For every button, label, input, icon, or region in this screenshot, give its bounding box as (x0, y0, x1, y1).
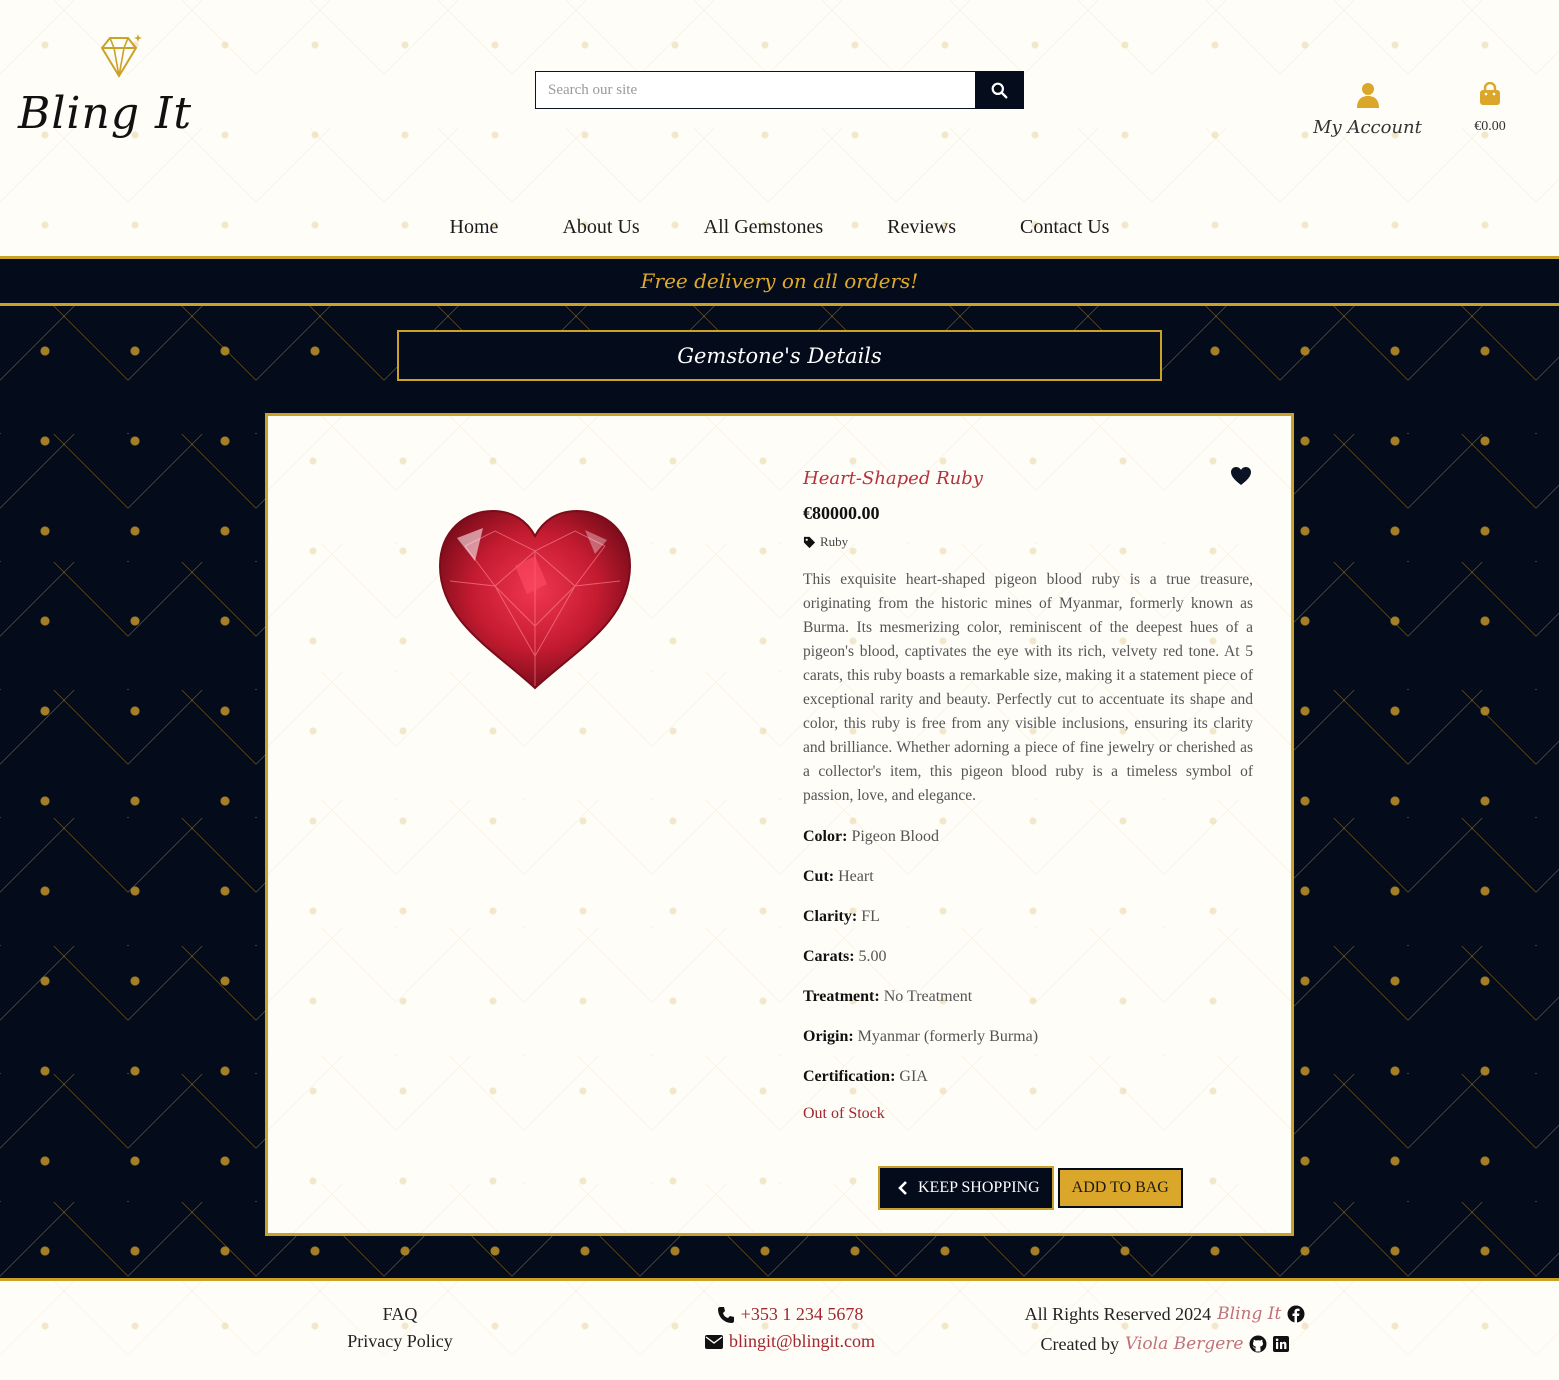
add-to-bag-button[interactable]: ADD TO BAG (1057, 1168, 1183, 1208)
author-name: Viola Bergere (1125, 1334, 1244, 1354)
spec-treatment: Treatment: No Treatment (803, 985, 1253, 1008)
spec-label: Color: (803, 828, 848, 845)
footer-credits: All Rights Reserved 2024 Bling It Create… (1010, 1299, 1320, 1359)
spec-label: Origin: (803, 1028, 854, 1045)
site-footer: FAQ Privacy Policy +353 1 234 5678 bling… (0, 1278, 1559, 1380)
faq-link[interactable]: FAQ (340, 1301, 460, 1328)
product-details: Heart-Shaped Ruby €80000.00 Ruby This ex… (803, 468, 1253, 1123)
product-category-label: Ruby (820, 534, 849, 549)
rights-text: All Rights Reserved 2024 (1024, 1303, 1212, 1324)
spec-clarity: Clarity: FL (803, 905, 1253, 928)
keep-shopping-label: KEEP SHOPPING (918, 1179, 1040, 1196)
linkedin-icon[interactable] (1273, 1336, 1290, 1352)
product-image[interactable] (435, 506, 635, 691)
product-detail-card: Heart-Shaped Ruby €80000.00 Ruby This ex… (265, 413, 1294, 1236)
spec-label: Treatment: (803, 988, 880, 1005)
main-nav: Home About Us All Gemstones Reviews Cont… (0, 216, 1559, 239)
my-account-label: My Account (1313, 117, 1422, 138)
product-name: Heart-Shaped Ruby (803, 468, 983, 489)
spec-value: 5.00 (858, 948, 887, 965)
chevron-left-icon (898, 1181, 907, 1195)
spec-value: Pigeon Blood (851, 828, 939, 845)
delivery-banner: Free delivery on all orders! (0, 256, 1559, 306)
email-link[interactable]: blingit@blingit.com (729, 1328, 875, 1355)
my-account-link[interactable]: My Account (1310, 82, 1425, 138)
shopping-bag-link[interactable]: €0.00 (1465, 81, 1515, 135)
spec-color: Color: Pigeon Blood (803, 825, 1253, 848)
spec-origin: Origin: Myanmar (formerly Burma) (803, 1025, 1253, 1048)
spec-value: Heart (838, 868, 874, 885)
nav-home[interactable]: Home (418, 216, 531, 239)
spec-value: FL (861, 908, 880, 925)
product-price: €80000.00 (803, 503, 880, 523)
action-buttons: KEEP SHOPPING ADD TO BAG (878, 1166, 1183, 1210)
spec-label: Clarity: (803, 908, 858, 925)
delivery-banner-text: Free delivery on all orders! (640, 269, 919, 293)
brand-name: Bling It (18, 88, 193, 139)
facebook-icon[interactable] (1287, 1305, 1305, 1323)
user-icon (1356, 83, 1379, 108)
nav-reviews[interactable]: Reviews (855, 216, 988, 239)
spec-label: Cut: (803, 868, 835, 885)
footer-brand: Bling It (1217, 1304, 1282, 1324)
spec-value: No Treatment (883, 988, 973, 1005)
nav-all-gemstones[interactable]: All Gemstones (672, 216, 855, 239)
spec-label: Certification: (803, 1068, 896, 1085)
spec-carats: Carats: 5.00 (803, 945, 1253, 968)
search-form (535, 71, 1024, 109)
search-input[interactable] (535, 71, 975, 109)
page-heading: Gemstone's Details (397, 330, 1162, 381)
privacy-policy-link[interactable]: Privacy Policy (340, 1328, 460, 1355)
product-description: This exquisite heart-shaped pigeon blood… (803, 571, 1253, 804)
envelope-icon (704, 1334, 723, 1349)
footer-links: FAQ Privacy Policy (340, 1301, 460, 1355)
phone-link[interactable]: +353 1 234 5678 (741, 1301, 864, 1328)
nav-contact-us[interactable]: Contact Us (988, 216, 1141, 239)
phone-icon (717, 1306, 734, 1323)
spec-value: GIA (899, 1068, 928, 1085)
keep-shopping-button[interactable]: KEEP SHOPPING (878, 1166, 1054, 1210)
search-button[interactable] (975, 71, 1024, 109)
main-content: Gemstone's Details Heart-Shaped Ruby €80… (0, 306, 1559, 1278)
created-by-text: Created by (1040, 1333, 1120, 1354)
stock-status: Out of Stock (803, 1105, 885, 1122)
spec-value: Myanmar (formerly Burma) (857, 1028, 1039, 1045)
product-category[interactable]: Ruby (803, 534, 1253, 550)
spec-cut: Cut: Heart (803, 865, 1253, 888)
bag-total: €0.00 (1474, 119, 1506, 134)
search-icon (991, 82, 1008, 98)
footer-contact: +353 1 234 5678 blingit@blingit.com (690, 1301, 890, 1355)
tag-icon (803, 536, 816, 548)
spec-certification: Certification: GIA (803, 1065, 1253, 1088)
diamond-logo-icon (100, 34, 142, 78)
spec-label: Carats: (803, 948, 855, 965)
github-icon[interactable] (1249, 1335, 1267, 1353)
page-title: Gemstone's Details (677, 343, 882, 368)
shopping-bag-icon (1480, 81, 1500, 105)
site-header: Bling It My Account €0.00 Home About Us … (0, 0, 1559, 256)
nav-about-us[interactable]: About Us (530, 216, 671, 239)
brand-logo[interactable]: Bling It (18, 34, 208, 154)
